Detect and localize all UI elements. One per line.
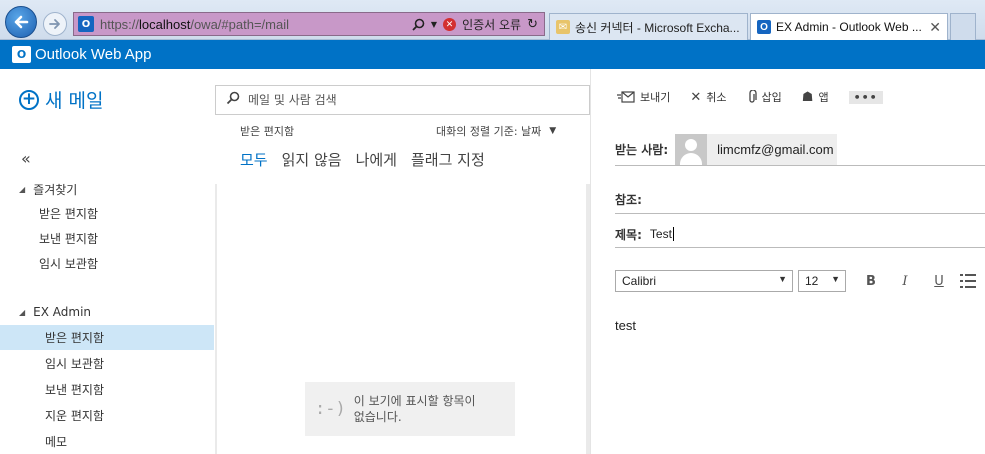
search-icon: [226, 91, 240, 109]
subject-label: 제목:: [615, 227, 642, 242]
tab-label: 송신 커넥터 - Microsoft Excha...: [575, 20, 740, 35]
send-button[interactable]: 보내기: [617, 89, 670, 105]
exchange-icon: ✉: [556, 20, 570, 34]
plus-icon: +: [19, 89, 39, 110]
close-icon[interactable]: ✕: [929, 19, 941, 36]
collapse-icon[interactable]: «: [21, 149, 31, 168]
account-label: EX Admin: [33, 305, 92, 319]
recipient-email: limcmfz@gmail.com: [717, 141, 834, 157]
avatar: [675, 133, 708, 165]
message-body[interactable]: test: [615, 318, 636, 333]
paperclip-icon: [748, 90, 757, 103]
app-header: O Outlook Web App: [0, 40, 985, 69]
empty-state: :-) 이 보기에 표시할 항목이 없습니다.: [305, 382, 515, 436]
url-text[interactable]: https://localhost/owa/#path=/mail: [100, 17, 289, 32]
font-size-select[interactable]: 12 ▼: [798, 270, 846, 292]
dropdown-arrow-icon[interactable]: ▼: [431, 20, 437, 29]
address-tools: ▼ ✕ 인증서 오류 ↻: [412, 16, 538, 33]
filter-to-me[interactable]: 나에게: [356, 149, 397, 170]
sidebar-item-inbox[interactable]: 받은 편지함: [0, 325, 214, 350]
close-icon: ✕: [690, 89, 702, 105]
message-list-content: :-) 이 보기에 표시할 항목이 없습니다.: [217, 184, 586, 454]
empty-message: 이 보기에 표시할 항목이 없습니다.: [353, 394, 476, 424]
search-input[interactable]: [248, 93, 548, 107]
emoticon-icon: :-): [315, 399, 346, 419]
sidebar-item-deleted[interactable]: 지운 편지함: [0, 403, 214, 428]
sidebar-item-drafts[interactable]: 임시 보관함: [0, 351, 214, 376]
bold-button[interactable]: B: [862, 274, 880, 289]
search-box[interactable]: [215, 85, 590, 115]
format-toolbar: Calibri ▼ 12 ▼ B I U: [615, 270, 976, 292]
address-bar[interactable]: O https://localhost/owa/#path=/mail ▼ ✕ …: [73, 12, 545, 36]
cc-label: 참조:: [615, 192, 642, 207]
text-cursor: [672, 227, 674, 242]
filter-tabs: 모두 읽지 않음 나에게 플래그 지정: [240, 149, 485, 170]
favorites-header[interactable]: ◢ 즐겨찾기: [19, 181, 77, 198]
recipient-chip[interactable]: limcmfz@gmail.com: [675, 133, 838, 165]
new-tab-button[interactable]: [950, 13, 976, 40]
subject-field[interactable]: 제목: Test: [615, 221, 985, 248]
message-list: :-) 이 보기에 표시할 항목이 없습니다.: [215, 184, 590, 454]
chevron-down-icon: ▼: [549, 126, 557, 136]
expand-triangle-icon: ◢: [19, 307, 26, 317]
sidebar-item-notes[interactable]: 메모: [0, 429, 214, 454]
arrow-left-icon: [14, 15, 29, 29]
discard-button[interactable]: ✕ 취소: [690, 89, 726, 105]
account-header[interactable]: ◢ EX Admin: [19, 305, 91, 319]
sidebar-item-fav-drafts[interactable]: 임시 보관함: [0, 251, 214, 276]
cert-error-icon: ✕: [443, 18, 457, 31]
app-title: Outlook Web App: [35, 46, 152, 63]
chevron-down-icon: ▼: [831, 274, 840, 284]
cert-error-text[interactable]: 인증서 오류: [462, 16, 521, 33]
tab-send-connector[interactable]: ✉ 송신 커넥터 - Microsoft Excha...: [549, 13, 748, 40]
sidebar-item-sent[interactable]: 보낸 편지함: [0, 377, 214, 402]
search-icon[interactable]: [412, 18, 425, 31]
to-field[interactable]: 받는 사람: limcmfz@gmail.com: [615, 133, 985, 166]
favorites-label: 즐겨찾기: [33, 183, 78, 197]
sidebar-item-fav-sent[interactable]: 보낸 편지함: [0, 226, 214, 251]
browser-chrome: O https://localhost/owa/#path=/mail ▼ ✕ …: [0, 0, 985, 40]
outlook-site-icon: O: [78, 16, 94, 32]
insert-button[interactable]: 삽입: [747, 89, 782, 105]
back-button[interactable]: [5, 6, 37, 38]
bullet-list-icon[interactable]: [960, 273, 976, 289]
arrow-right-icon: [49, 19, 60, 29]
new-mail-label: 새 메일: [45, 90, 104, 112]
compose-toolbar: 보내기 ✕ 취소 삽입 ☗ 앱 •••: [617, 89, 883, 105]
tab-outlook[interactable]: O EX Admin - Outlook Web ... ✕: [750, 13, 948, 40]
cc-field[interactable]: 참조:: [615, 185, 985, 214]
sidebar-item-fav-inbox[interactable]: 받은 편지함: [0, 201, 214, 226]
chevron-down-icon: ▼: [778, 274, 787, 284]
more-options-button[interactable]: •••: [848, 90, 883, 104]
filter-flagged[interactable]: 플래그 지정: [411, 149, 485, 170]
send-icon: [617, 91, 635, 103]
new-mail-button[interactable]: + 새 메일: [19, 86, 103, 113]
underline-button[interactable]: U: [930, 274, 948, 289]
outlook-icon: O: [757, 20, 771, 34]
folder-pane: + 새 메일 « ◢ 즐겨찾기 받은 편지함 보낸 편지함 임시 보관함 ◢ E…: [0, 69, 214, 454]
sort-dropdown[interactable]: 대화의 정렬 기준: 날짜 ▼: [436, 123, 556, 139]
outlook-logo-icon: O: [12, 46, 31, 63]
tab-label: EX Admin - Outlook Web ...: [776, 20, 922, 34]
font-family-select[interactable]: Calibri ▼: [615, 270, 793, 292]
italic-button[interactable]: I: [896, 274, 914, 289]
sort-label: 대화의 정렬 기준: 날짜: [436, 125, 542, 138]
apps-icon: ☗: [801, 89, 814, 105]
subject-input[interactable]: Test: [650, 227, 674, 242]
filter-unread[interactable]: 읽지 않음: [282, 149, 342, 170]
forward-button[interactable]: [43, 12, 67, 36]
to-label: 받는 사람:: [615, 142, 669, 157]
filter-all[interactable]: 모두: [240, 149, 268, 170]
apps-button[interactable]: ☗ 앱: [802, 89, 829, 105]
refresh-icon[interactable]: ↻: [527, 17, 538, 32]
expand-triangle-icon: ◢: [19, 185, 26, 194]
message-list-pane: 받은 편지함 대화의 정렬 기준: 날짜 ▼ 모두 읽지 않음 나에게 플래그 …: [214, 69, 590, 454]
current-folder-label: 받은 편지함: [240, 125, 295, 138]
compose-pane: 보내기 ✕ 취소 삽입 ☗ 앱 ••• 받는 사람: limcmfz@gmail…: [591, 69, 985, 454]
